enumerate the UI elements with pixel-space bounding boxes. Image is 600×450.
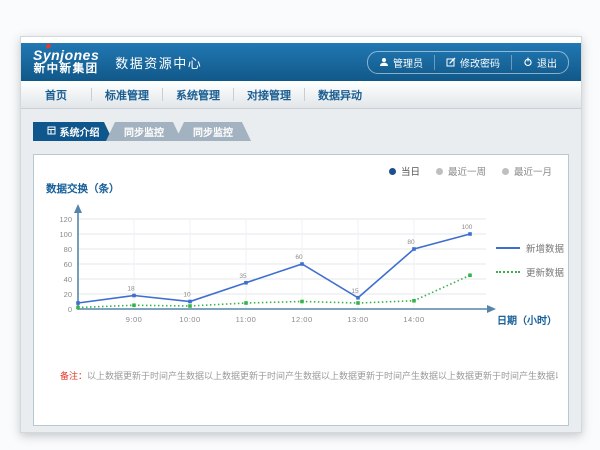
svg-text:14:00: 14:00: [403, 315, 424, 324]
logout-label: 退出: [537, 55, 557, 70]
svg-text:12:00: 12:00: [291, 315, 312, 324]
main-nav: 首页 标准管理 系统管理 对接管理 数据异动: [21, 81, 581, 109]
nav-item-system-mgmt[interactable]: 系统管理: [163, 81, 233, 108]
app-title: 数据资源中心: [115, 53, 202, 72]
change-password-label: 修改密码: [460, 55, 500, 70]
nav-item-home[interactable]: 首页: [21, 81, 91, 108]
footnote-label: 备注：: [60, 371, 87, 381]
power-icon: [523, 57, 533, 67]
change-password-button[interactable]: 修改密码: [434, 55, 511, 70]
tab-sync-monitor-2[interactable]: 同步监控: [175, 122, 251, 141]
footnote: 备注：以上数据更新于时间产生数据以上数据更新于时间产生数据以上数据更新于时间产生…: [60, 369, 558, 382]
range-option-label: 当日: [401, 164, 420, 178]
svg-text:11:00: 11:00: [236, 315, 257, 324]
svg-text:20: 20: [64, 290, 72, 299]
chart-legend: 新增数据 更新数据: [496, 241, 564, 279]
radio-dot-icon: [436, 168, 443, 175]
tab-sync-monitor-1[interactable]: 同步监控: [106, 122, 182, 141]
nav-item-interface-mgmt[interactable]: 对接管理: [234, 81, 304, 108]
tab-label: 同步监控: [124, 124, 164, 139]
app-window: Synjones 新中新集团 数据资源中心 管理员 修改密码 退出: [20, 36, 582, 433]
legend-label: 更新数据: [526, 265, 564, 279]
svg-text:100: 100: [59, 230, 72, 239]
tab-label: 同步监控: [193, 124, 233, 139]
svg-text:18: 18: [127, 286, 135, 293]
legend-item-new-data[interactable]: 新增数据: [496, 241, 564, 255]
range-option-last-week[interactable]: 最近一周: [436, 164, 486, 178]
content-area: 系统介绍 同步监控 同步监控 当日 最近一周: [21, 122, 581, 446]
logo-primary-text: Synjones: [33, 48, 99, 62]
radio-dot-icon: [389, 168, 396, 175]
blue-line-sample-icon: [496, 247, 520, 249]
pencil-icon: [446, 57, 456, 67]
tab-system-intro[interactable]: 系统介绍: [33, 122, 113, 141]
chart-panel: 当日 最近一周 最近一月 数据交换（条） 0204060801001209:00…: [33, 154, 569, 426]
svg-text:60: 60: [64, 260, 72, 269]
header-bar: Synjones 新中新集团 数据资源中心 管理员 修改密码 退出: [21, 43, 581, 81]
svg-text:10: 10: [183, 292, 191, 299]
user-actions-pill: 管理员 修改密码 退出: [367, 51, 569, 74]
grid-icon: [47, 126, 56, 138]
logo-secondary-text: 新中新集团: [34, 64, 99, 76]
svg-text:60: 60: [295, 254, 303, 261]
logout-button[interactable]: 退出: [511, 55, 568, 70]
svg-text:80: 80: [64, 245, 72, 254]
tab-bar: 系统介绍 同步监控 同步监控: [33, 122, 581, 141]
svg-text:日期（小时）: 日期（小时）: [497, 314, 557, 327]
svg-text:120: 120: [59, 215, 72, 224]
svg-text:10:00: 10:00: [179, 315, 200, 324]
user-menu-button[interactable]: 管理员: [368, 55, 434, 70]
radio-dot-icon: [502, 168, 509, 175]
range-option-label: 最近一周: [448, 164, 486, 178]
svg-text:9:00: 9:00: [126, 315, 143, 324]
svg-text:15: 15: [351, 288, 359, 295]
range-option-last-month[interactable]: 最近一月: [502, 164, 552, 178]
tab-label: 系统介绍: [60, 124, 100, 139]
legend-label: 新增数据: [526, 241, 564, 255]
footnote-text: 以上数据更新于时间产生数据以上数据更新于时间产生数据以上数据更新于时间产生数据以…: [87, 371, 558, 381]
range-option-today[interactable]: 当日: [389, 164, 420, 178]
person-icon: [379, 57, 389, 67]
company-logo[interactable]: Synjones 新中新集团: [33, 48, 99, 76]
svg-text:40: 40: [64, 275, 72, 284]
svg-text:13:00: 13:00: [347, 315, 368, 324]
line-chart: 0 20 40 60 80 100 120 9:00 10:00 11:00 12:00 13:00 1…: [34, 185, 564, 337]
nav-item-data-change[interactable]: 数据异动: [305, 81, 375, 108]
legend-item-updated-data[interactable]: 更新数据: [496, 265, 564, 279]
range-option-label: 最近一月: [514, 164, 552, 178]
svg-text:35: 35: [239, 273, 247, 280]
green-dotted-line-sample-icon: [496, 271, 520, 273]
svg-text:0: 0: [68, 305, 72, 314]
time-range-options: 当日 最近一周 最近一月: [389, 164, 552, 178]
nav-item-standard-mgmt[interactable]: 标准管理: [92, 81, 162, 108]
user-label: 管理员: [393, 55, 423, 70]
svg-text:80: 80: [407, 239, 415, 246]
svg-text:100: 100: [462, 224, 473, 231]
